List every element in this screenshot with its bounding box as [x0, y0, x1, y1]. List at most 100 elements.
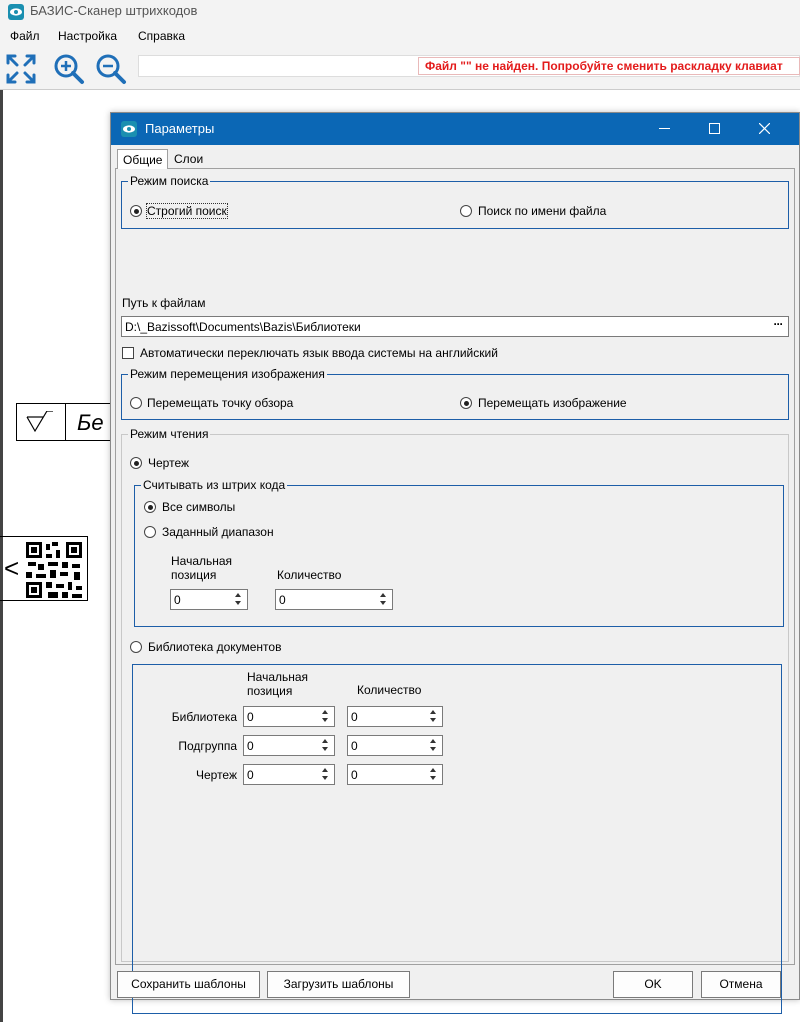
library-count-spinbox[interactable]: 0	[347, 706, 443, 727]
spin-down-icon[interactable]	[430, 718, 436, 722]
app-titlebar: БАЗИС-Сканер штрихкодов	[0, 0, 800, 24]
move-image-label[interactable]: Перемещать изображение	[478, 396, 627, 410]
close-icon	[758, 123, 770, 134]
subgroup-start-spinbox[interactable]: 0	[243, 735, 335, 756]
cancel-button[interactable]: Отмена	[701, 971, 781, 998]
fit-to-window-icon[interactable]	[4, 52, 38, 86]
library-start-spinbox[interactable]: 0	[243, 706, 335, 727]
auto-switch-lang-checkbox[interactable]	[122, 347, 134, 359]
lib-start-label-line2: позиция	[247, 684, 293, 698]
save-templates-button[interactable]: Сохранить шаблоны	[117, 971, 260, 998]
spin-down-icon[interactable]	[322, 776, 328, 780]
move-image-radio[interactable]	[460, 397, 472, 409]
spin-buttons[interactable]	[318, 736, 334, 755]
row-label-drawing: Чертеж	[195, 768, 237, 782]
spin-down-icon[interactable]	[235, 601, 241, 605]
move-mode-legend: Режим перемещения изображения	[128, 367, 327, 381]
range-label[interactable]: Заданный диапазон	[162, 525, 274, 539]
app-eye-icon	[8, 4, 24, 20]
tab-general[interactable]: Общие	[117, 149, 169, 169]
spin-up-icon[interactable]	[430, 768, 436, 772]
tab-layers[interactable]: Слои	[169, 149, 208, 169]
spin-up-icon[interactable]	[322, 768, 328, 772]
library-start-value: 0	[247, 710, 254, 724]
menu-help[interactable]: Справка	[138, 29, 185, 43]
drawing-start-spinbox[interactable]: 0	[243, 764, 335, 785]
subgroup-count-value: 0	[351, 739, 358, 753]
menubar: Файл Настройка Справка	[0, 24, 800, 48]
barcode-count-spinbox[interactable]: 0	[275, 589, 393, 610]
app-title: БАЗИС-Сканер штрихкодов	[30, 3, 198, 18]
spin-buttons[interactable]	[318, 707, 334, 726]
path-input[interactable]: D:\_Bazissoft\Documents\Bazis\Библиотеки…	[121, 316, 789, 337]
drawing-count-value: 0	[351, 768, 358, 782]
zoom-in-icon[interactable]	[52, 52, 86, 86]
count-label: Количество	[277, 568, 342, 582]
spin-buttons[interactable]	[231, 590, 247, 609]
read-from-barcode-group: Считывать из штрих кода Все символы Зада…	[134, 478, 784, 627]
spin-up-icon[interactable]	[430, 710, 436, 714]
spin-buttons[interactable]	[318, 765, 334, 784]
read-from-barcode-legend: Считывать из штрих кода	[141, 478, 288, 492]
start-position-label-line2: позиция	[171, 568, 217, 582]
dialog-title: Параметры	[145, 121, 215, 136]
spin-down-icon[interactable]	[322, 747, 328, 751]
move-viewpoint-radio[interactable]	[130, 397, 142, 409]
spin-up-icon[interactable]	[322, 710, 328, 714]
spin-down-icon[interactable]	[430, 776, 436, 780]
drawing-label[interactable]: Чертеж	[148, 456, 189, 470]
doc-library-radio[interactable]	[130, 641, 142, 653]
spin-up-icon[interactable]	[322, 739, 328, 743]
row-label-subgroup: Подгруппа	[178, 739, 237, 753]
subgroup-count-spinbox[interactable]: 0	[347, 735, 443, 756]
all-symbols-label[interactable]: Все символы	[162, 500, 235, 514]
drawing-start-value: 0	[247, 768, 254, 782]
move-mode-group: Режим перемещения изображения Перемещать…	[121, 367, 789, 420]
strict-search-label[interactable]: Строгий поиск	[146, 203, 228, 219]
maximize-button[interactable]	[691, 113, 737, 145]
roughness-symbol-icon	[26, 411, 53, 433]
search-by-name-label[interactable]: Поиск по имени файла	[478, 204, 606, 218]
strict-search-radio[interactable]	[130, 205, 142, 217]
load-templates-button[interactable]: Загрузить шаблоны	[267, 971, 410, 998]
dialog-titlebar[interactable]: Параметры	[111, 113, 799, 145]
menu-file[interactable]: Файл	[10, 29, 40, 43]
range-radio[interactable]	[144, 526, 156, 538]
spin-buttons[interactable]	[376, 590, 392, 609]
dialog-eye-icon	[121, 121, 137, 137]
spin-down-icon[interactable]	[322, 718, 328, 722]
spin-buttons[interactable]	[426, 765, 442, 784]
drawing-radio[interactable]	[130, 457, 142, 469]
lib-count-label: Количество	[357, 683, 422, 697]
read-mode-group: Режим чтения Чертеж Считывать из штрих к…	[121, 427, 789, 1014]
zoom-out-icon[interactable]	[94, 52, 128, 86]
menu-settings[interactable]: Настройка	[58, 29, 117, 43]
all-symbols-radio[interactable]	[144, 501, 156, 513]
spin-up-icon[interactable]	[380, 593, 386, 597]
lib-start-label-line1: Начальная	[247, 670, 309, 684]
row-label-library: Библиотека	[171, 710, 237, 724]
spin-down-icon[interactable]	[430, 747, 436, 751]
error-message: Файл "" не найден. Попробуйте сменить ра…	[418, 57, 800, 75]
browse-button[interactable]: ···	[768, 317, 788, 336]
minimize-button[interactable]	[641, 113, 687, 145]
spin-buttons[interactable]	[426, 736, 442, 755]
doc-library-group: Начальная позиция Количество Библиотека …	[132, 664, 782, 1014]
spin-buttons[interactable]	[426, 707, 442, 726]
subgroup-start-value: 0	[247, 739, 254, 753]
auto-switch-lang-label[interactable]: Автоматически переключать язык ввода сис…	[140, 346, 498, 360]
arrow-left-icon: <	[4, 553, 20, 583]
spin-up-icon[interactable]	[235, 593, 241, 597]
spin-up-icon[interactable]	[430, 739, 436, 743]
search-by-name-radio[interactable]	[460, 205, 472, 217]
drawing-count-spinbox[interactable]: 0	[347, 764, 443, 785]
barcode-start-spinbox[interactable]: 0	[170, 589, 248, 610]
spin-down-icon[interactable]	[380, 601, 386, 605]
doc-library-label[interactable]: Библиотека документов	[148, 640, 281, 654]
close-button[interactable]	[741, 113, 787, 145]
qr-code-icon	[26, 542, 82, 598]
start-position-label-line1: Начальная	[171, 554, 233, 568]
move-viewpoint-label[interactable]: Перемещать точку обзора	[147, 396, 293, 410]
ok-button[interactable]: OK	[613, 971, 693, 998]
drawing-frame: Бе	[16, 403, 116, 441]
